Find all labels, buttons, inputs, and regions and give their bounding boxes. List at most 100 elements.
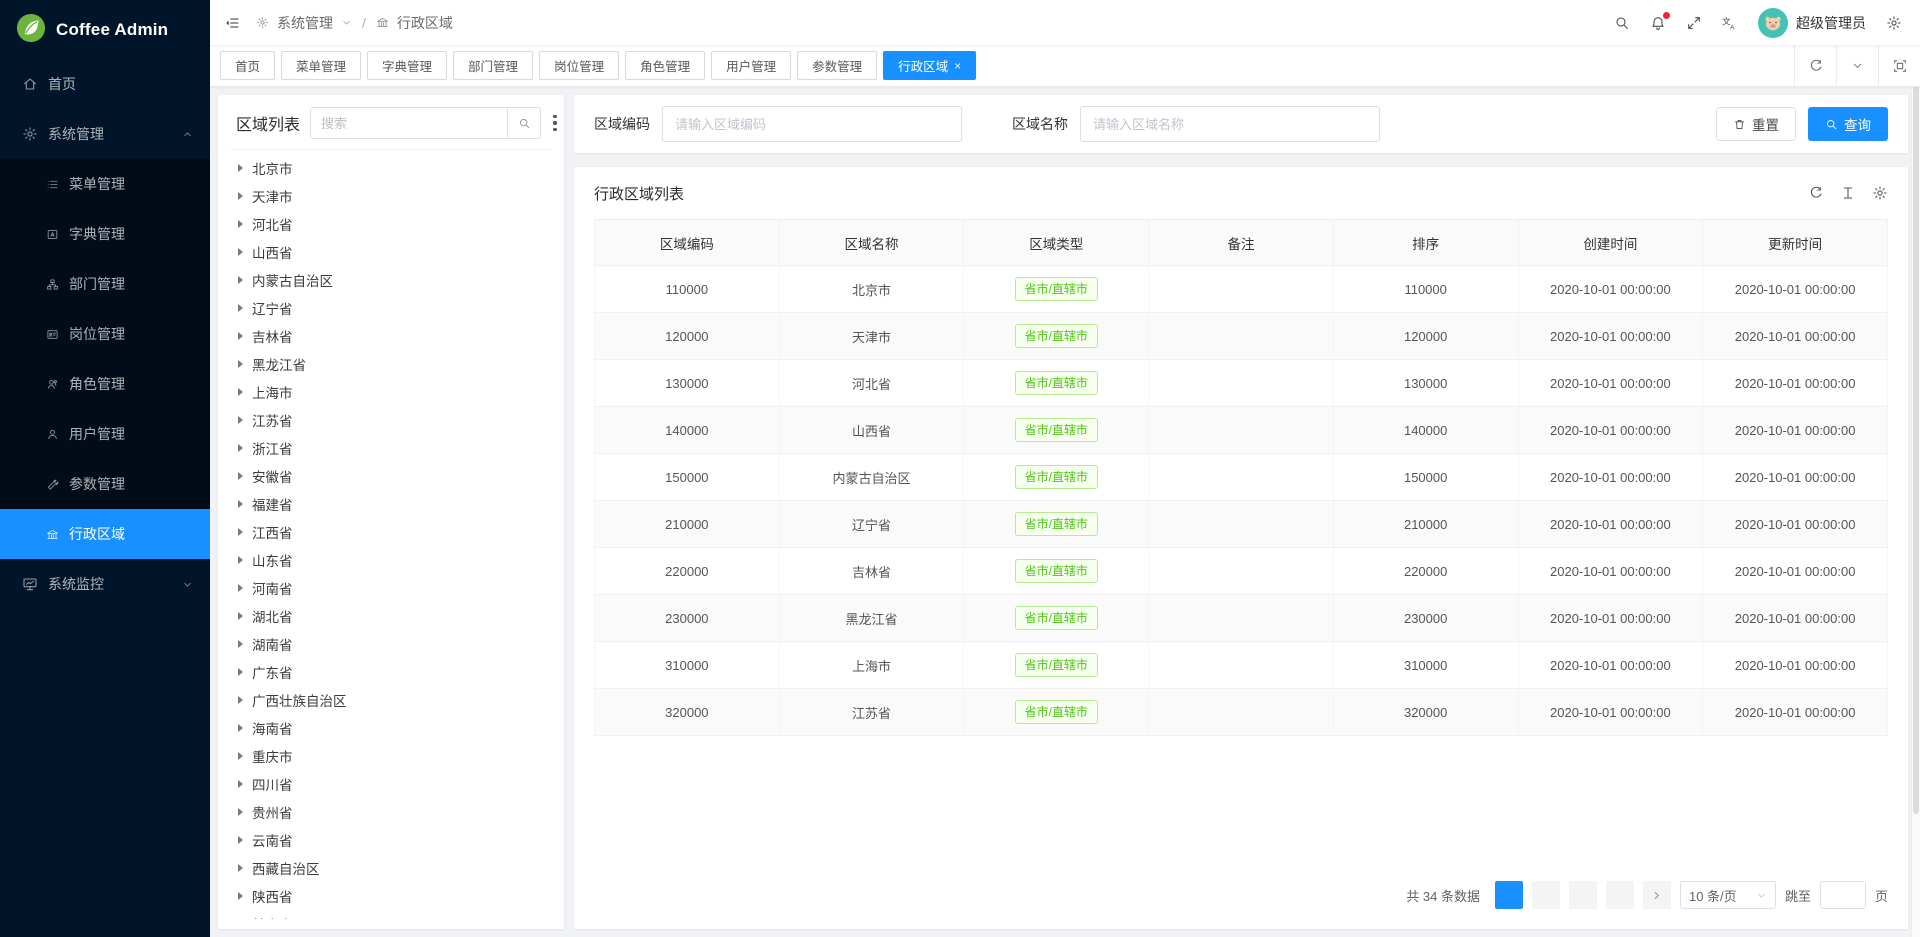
tree-node[interactable]: 辽宁省 [230, 294, 552, 322]
table-row[interactable]: 320000 江苏省 省市/直辖市 320000 2020-10-01 00:0… [595, 689, 1888, 736]
tree-node[interactable]: 福建省 [230, 490, 552, 518]
refresh-icon[interactable] [1808, 185, 1824, 201]
tree-node[interactable]: 海南省 [230, 714, 552, 742]
table-row[interactable]: 120000 天津市 省市/直辖市 120000 2020-10-01 00:0… [595, 313, 1888, 360]
caret-right-icon[interactable] [238, 192, 243, 200]
tree-node[interactable]: 黑龙江省 [230, 350, 552, 378]
tree-node[interactable]: 贵州省 [230, 798, 552, 826]
caret-right-icon[interactable] [238, 304, 243, 312]
tree-node[interactable]: 江苏省 [230, 406, 552, 434]
region-name-input[interactable] [1080, 106, 1380, 142]
sidebar-item-post-management[interactable]: 岗位管理 [0, 309, 210, 359]
tree-node[interactable]: 西藏自治区 [230, 854, 552, 882]
tree-node[interactable]: 重庆市 [230, 742, 552, 770]
tree-node[interactable]: 湖北省 [230, 602, 552, 630]
next-page-button[interactable] [1643, 881, 1671, 909]
tree-node[interactable]: 四川省 [230, 770, 552, 798]
tree-node[interactable]: 吉林省 [230, 322, 552, 350]
tree-node[interactable]: 甘肃省 [230, 910, 552, 919]
tree-node[interactable]: 云南省 [230, 826, 552, 854]
column-header[interactable]: 区域名称 [779, 220, 964, 266]
page-tab[interactable]: 用户管理 [711, 51, 791, 80]
table-row[interactable]: 150000 内蒙古自治区 省市/直辖市 150000 2020-10-01 0… [595, 454, 1888, 501]
row-height-icon[interactable] [1840, 185, 1856, 201]
page-tab[interactable]: 字典管理 [367, 51, 447, 80]
tree-node[interactable]: 江西省 [230, 518, 552, 546]
tree-node[interactable]: 广东省 [230, 658, 552, 686]
table-row[interactable]: 230000 黑龙江省 省市/直辖市 230000 2020-10-01 00:… [595, 595, 1888, 642]
caret-right-icon[interactable] [238, 472, 243, 480]
translate-icon[interactable]: 文A [1722, 15, 1738, 31]
tree-node[interactable]: 浙江省 [230, 434, 552, 462]
tree-node[interactable]: 河南省 [230, 574, 552, 602]
sidebar-item-home[interactable]: 首页 [0, 59, 210, 109]
table-row[interactable]: 310000 上海市 省市/直辖市 310000 2020-10-01 00:0… [595, 642, 1888, 689]
page-tab[interactable]: 首页 [220, 51, 275, 80]
tree-node[interactable]: 安徽省 [230, 462, 552, 490]
notification-bell-icon[interactable] [1650, 15, 1666, 31]
caret-right-icon[interactable] [238, 724, 243, 732]
tree-node[interactable]: 湖南省 [230, 630, 552, 658]
page-size-select[interactable]: 10 条/页 [1680, 881, 1776, 909]
caret-right-icon[interactable] [238, 696, 243, 704]
tree-node[interactable]: 北京市 [230, 154, 552, 182]
caret-right-icon[interactable] [238, 640, 243, 648]
caret-right-icon[interactable] [238, 248, 243, 256]
scrollbar-thumb[interactable] [1913, 44, 1919, 814]
caret-right-icon[interactable] [238, 220, 243, 228]
caret-right-icon[interactable] [238, 864, 243, 872]
tree-node[interactable]: 广西壮族自治区 [230, 686, 552, 714]
page-tab[interactable]: 角色管理 [625, 51, 705, 80]
column-header[interactable]: 区域编码 [595, 220, 780, 266]
caret-right-icon[interactable] [238, 416, 243, 424]
tree-node[interactable]: 上海市 [230, 378, 552, 406]
page-number-button[interactable] [1606, 881, 1634, 909]
tree-node[interactable]: 河北省 [230, 210, 552, 238]
caret-right-icon[interactable] [238, 500, 243, 508]
caret-right-icon[interactable] [238, 556, 243, 564]
column-header[interactable]: 更新时间 [1703, 220, 1888, 266]
column-settings-gear-icon[interactable] [1872, 185, 1888, 201]
region-code-input[interactable] [662, 106, 962, 142]
table-row[interactable]: 220000 吉林省 省市/直辖市 220000 2020-10-01 00:0… [595, 548, 1888, 595]
table-row[interactable]: 140000 山西省 省市/直辖市 140000 2020-10-01 00:0… [595, 407, 1888, 454]
user-menu[interactable]: 超级管理员 [1758, 8, 1866, 38]
caret-right-icon[interactable] [238, 612, 243, 620]
sidebar-item-system-management[interactable]: 系统管理 [0, 109, 210, 159]
page-number-button[interactable] [1569, 881, 1597, 909]
caret-right-icon[interactable] [238, 444, 243, 452]
tree-node[interactable]: 山东省 [230, 546, 552, 574]
sidebar-item-menu-management[interactable]: 菜单管理 [0, 159, 210, 209]
column-header[interactable]: 创建时间 [1518, 220, 1703, 266]
caret-right-icon[interactable] [238, 528, 243, 536]
kebab-menu-icon[interactable] [551, 113, 559, 134]
caret-right-icon[interactable] [238, 752, 243, 760]
maximize-icon[interactable] [1878, 45, 1920, 86]
column-header[interactable]: 备注 [1149, 220, 1334, 266]
app-logo[interactable]: Coffee Admin [0, 0, 210, 59]
caret-right-icon[interactable] [238, 276, 243, 284]
search-button[interactable]: 查询 [1808, 107, 1888, 141]
sidebar-item-dict-management[interactable]: 字典管理 [0, 209, 210, 259]
search-icon[interactable] [1614, 15, 1630, 31]
caret-right-icon[interactable] [238, 808, 243, 816]
caret-right-icon[interactable] [238, 584, 243, 592]
chevron-down-icon[interactable] [1836, 45, 1878, 86]
sidebar-item-dept-management[interactable]: 部门管理 [0, 259, 210, 309]
settings-gear-icon[interactable] [1886, 15, 1902, 31]
caret-right-icon[interactable] [238, 360, 243, 368]
tree-node[interactable]: 山西省 [230, 238, 552, 266]
page-number-button[interactable] [1495, 881, 1523, 909]
jump-page-input[interactable] [1820, 881, 1866, 909]
caret-right-icon[interactable] [238, 668, 243, 676]
reset-button[interactable]: 重置 [1716, 107, 1796, 141]
page-tab[interactable]: 菜单管理 [281, 51, 361, 80]
window-scrollbar[interactable] [1911, 42, 1920, 937]
refresh-icon[interactable] [1794, 45, 1836, 86]
column-header[interactable]: 区域类型 [964, 220, 1149, 266]
page-tab[interactable]: 岗位管理 [539, 51, 619, 80]
caret-right-icon[interactable] [238, 836, 243, 844]
breadcrumb-section[interactable]: 系统管理 [277, 13, 333, 33]
sidebar-item-param-management[interactable]: 参数管理 [0, 459, 210, 509]
table-row[interactable]: 110000 北京市 省市/直辖市 110000 2020-10-01 00:0… [595, 266, 1888, 313]
